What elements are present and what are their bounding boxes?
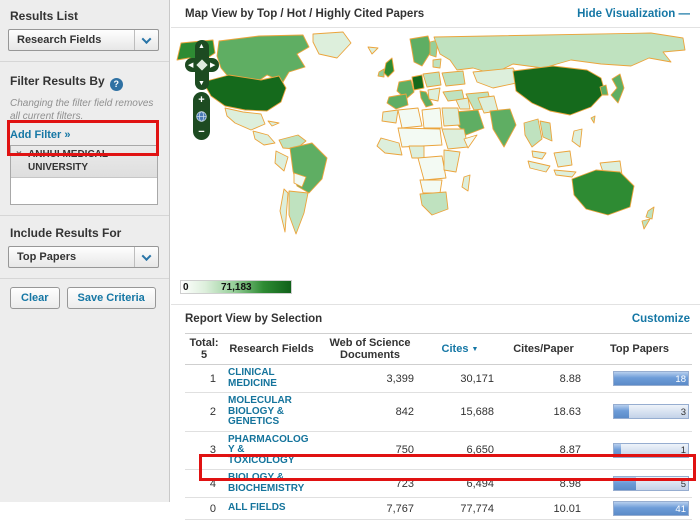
field-link-pharmacology-toxicology[interactable]: PHARMACOLOG Y & TOXICOLOGY (223, 435, 320, 467)
help-icon[interactable]: ? (110, 78, 123, 91)
legend-max-value: 71,183 (221, 282, 252, 293)
table-row: 1 CLINICAL MEDICINE 3,399 30,171 8.88 18 (185, 365, 692, 393)
map-zoom-control[interactable]: + − (193, 92, 210, 140)
filter-item-label: ANHUI MEDICAL UNIVERSITY (28, 149, 108, 173)
top-papers-bar: 18 (613, 371, 689, 386)
cites-per-paper-value: 8.88 (500, 373, 587, 385)
cites-value: 30,171 (420, 373, 500, 385)
pan-down-arrow-icon[interactable]: ▼ (198, 80, 205, 87)
top-papers-bar: 41 (613, 501, 689, 516)
table-row: 3 PHARMACOLOG Y & TOXICOLOGY 750 6,650 8… (185, 432, 692, 471)
filter-sidebar: Results List Research Fields Filter Resu… (0, 0, 170, 502)
map-pan-control[interactable]: ▲ ▼ ◀ ▶ (185, 40, 219, 90)
map-view-title: Map View by Top / Hot / Highly Cited Pap… (185, 8, 424, 20)
filter-item-anhui-medical-university[interactable]: × ANHUI MEDICAL UNIVERSITY (11, 146, 157, 178)
wos-documents-value: 750 (320, 444, 420, 456)
wos-documents-value: 3,399 (320, 373, 420, 385)
cites-per-paper-value: 10.01 (500, 503, 587, 515)
report-view-title: Report View by Selection (185, 313, 322, 325)
field-link-clinical-medicine[interactable]: CLINICAL MEDICINE (223, 368, 320, 389)
map-view: ▲ ▼ ◀ ▶ + − 0 71,183 (171, 28, 700, 305)
cites-per-paper-value: 8.87 (500, 444, 587, 456)
pan-up-arrow-icon[interactable]: ▲ (198, 43, 205, 50)
customize-link[interactable]: Customize (632, 313, 690, 325)
pan-left-arrow-icon[interactable]: ◀ (188, 62, 193, 69)
remove-filter-icon[interactable]: × (16, 149, 22, 162)
field-link-molecular-biology-genetics[interactable]: MOLECULAR BIOLOGY & GENETICS (223, 396, 320, 428)
top-papers-bar: 5 (613, 476, 689, 491)
top-papers-value: 18 (675, 374, 686, 385)
legend-min-value: 0 (183, 282, 189, 293)
include-results-header: Include Results For (0, 216, 169, 244)
zoom-in-icon[interactable]: + (198, 95, 204, 105)
results-list-select[interactable]: Research Fields (8, 29, 159, 51)
save-criteria-button[interactable]: Save Criteria (67, 287, 156, 309)
hide-visualization-link[interactable]: Hide Visualization — (577, 8, 690, 20)
field-link-all-fields[interactable]: ALL FIELDS (223, 503, 320, 514)
minimize-icon: — (679, 8, 691, 20)
top-papers-value: 41 (675, 504, 686, 515)
wos-documents-value: 723 (320, 478, 420, 490)
clear-button[interactable]: Clear (10, 287, 60, 309)
field-link-biology-biochemistry[interactable]: BIOLOGY & BIOCHEMISTRY (223, 473, 320, 494)
top-papers-value: 3 (681, 407, 686, 418)
wos-documents-value: 842 (320, 406, 420, 418)
zoom-out-icon[interactable]: − (198, 127, 204, 137)
table-header-row: Total:5 Research Fields Web of Science D… (185, 333, 692, 365)
row-rank: 4 (185, 478, 223, 490)
col-header-wos-documents[interactable]: Web of Science Documents (320, 337, 420, 361)
cites-per-paper-value: 8.98 (500, 478, 587, 490)
include-results-selected-value: Top Papers (17, 251, 76, 263)
world-map[interactable] (171, 30, 700, 282)
col-header-total: Total:5 (185, 337, 223, 361)
top-papers-bar: 3 (613, 404, 689, 419)
add-filter-link[interactable]: Add Filter » (10, 129, 159, 141)
top-papers-value: 5 (681, 479, 686, 490)
col-header-research-fields[interactable]: Research Fields (223, 343, 320, 355)
chevron-down-icon (134, 247, 158, 267)
row-rank: 1 (185, 373, 223, 385)
top-papers-bar: 1 (613, 443, 689, 458)
row-rank: 2 (185, 406, 223, 418)
main-panel: Map View by Top / Hot / Highly Cited Pap… (171, 0, 700, 502)
cites-value: 6,650 (420, 444, 500, 456)
results-list-header: Results List (0, 0, 169, 27)
cites-value: 77,774 (420, 503, 500, 515)
table-row-all-fields: 0 ALL FIELDS 7,767 77,774 10.01 41 (185, 498, 692, 520)
cites-value: 15,688 (420, 406, 500, 418)
row-rank: 0 (185, 503, 223, 515)
cites-value: 6,494 (420, 478, 500, 490)
divider (0, 278, 169, 279)
filter-results-header: Filter Results By? (0, 62, 169, 95)
table-row-highlighted: 4 BIOLOGY & BIOCHEMISTRY 723 6,494 8.98 … (185, 470, 692, 498)
col-header-cites-sorted[interactable]: Cites ▼ (420, 343, 500, 356)
pan-right-arrow-icon[interactable]: ▶ (210, 62, 215, 69)
wos-documents-value: 7,767 (320, 503, 420, 515)
sort-desc-icon: ▼ (472, 346, 479, 353)
results-list-selected-value: Research Fields (17, 34, 101, 46)
table-row: 2 MOLECULAR BIOLOGY & GENETICS 842 15,68… (185, 393, 692, 432)
col-header-top-papers[interactable]: Top Papers (587, 343, 692, 355)
col-header-cites-per-paper[interactable]: Cites/Paper (500, 343, 587, 355)
filter-note-text: Changing the filter field removes all cu… (10, 97, 157, 123)
cites-per-paper-value: 18.63 (500, 406, 587, 418)
report-section: Report View by Selection Customize Total… (171, 305, 700, 520)
include-results-select[interactable]: Top Papers (8, 246, 159, 268)
map-color-scale-legend: 0 71,183 (180, 280, 292, 294)
active-filters-listbox[interactable]: × ANHUI MEDICAL UNIVERSITY (10, 145, 158, 205)
globe-icon[interactable] (196, 111, 207, 122)
top-papers-value: 1 (681, 445, 686, 456)
row-rank: 3 (185, 444, 223, 456)
chevron-down-icon (134, 30, 158, 50)
